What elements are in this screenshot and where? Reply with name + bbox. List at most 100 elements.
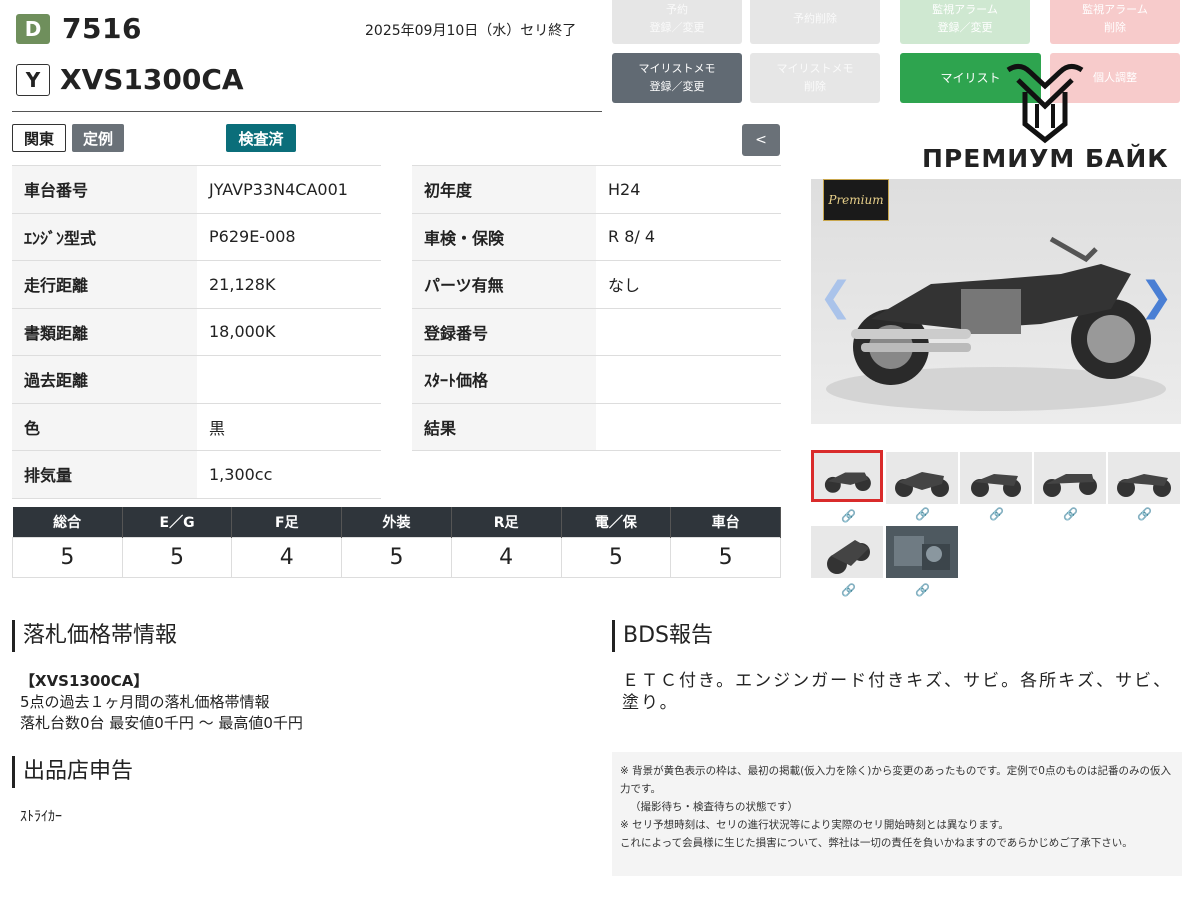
note-line: これによって会員様に生じた損害について、弊社は一切の責任を負いかねますのであらか… [620, 837, 1133, 849]
rating-value: 4 [450, 536, 562, 578]
spec-value: なし [596, 260, 781, 309]
watermark-logo-icon [1006, 64, 1084, 144]
link-icon[interactable]: 🔗 [915, 583, 930, 597]
spec-label: 色 [12, 403, 197, 451]
rating-value: 5 [121, 536, 233, 578]
spec-label: 結果 [412, 403, 596, 451]
spec-value: 1,300cc [197, 450, 381, 499]
seller-declaration-text: ｽﾄﾗｲｶｰ [20, 809, 62, 825]
reserve-delete-button[interactable]: 予約削除 [750, 0, 880, 44]
price-band-line: 落札台数0台 最安値0千円 〜 最高値0千円 [20, 714, 303, 732]
note-line: ※ 背景が黄色表示の枠は、最初の掲載(仮入力を除く)から変更のあったものです。定… [620, 765, 1171, 795]
rating-header: 総合 [12, 507, 123, 537]
reserve-button[interactable]: 予約 登録／変更 [612, 0, 742, 44]
photo-thumbnail[interactable] [811, 450, 883, 502]
previous-photo-icon[interactable]: ❮ [819, 274, 853, 320]
photo-thumbnail[interactable] [960, 452, 1032, 504]
bds-report-title: BDS報告 [612, 620, 713, 652]
photo-thumbnail[interactable] [886, 526, 958, 578]
spec-label: 登録番号 [412, 308, 596, 356]
rating-header: 車台 [670, 507, 781, 537]
thumbnail-image [894, 536, 950, 570]
ratings-value-row: 5 5 4 5 4 5 5 [12, 536, 781, 578]
link-icon[interactable]: 🔗 [1063, 507, 1078, 521]
inspection-tag: 検査済 [226, 124, 296, 152]
auction-type-tag: 定例 [72, 124, 124, 152]
spec-value: 黒 [197, 403, 381, 451]
price-band-title: 落札価格帯情報 [12, 620, 177, 652]
watermark-text: ПРЕМИУМ БАЙК [922, 144, 1169, 173]
alarm-button[interactable]: 監視アラーム 登録／変更 [900, 0, 1030, 44]
spec-row: 車検・保険 R 8/ 4 [412, 213, 781, 261]
mylist-memo-line2: 登録／変更 [649, 80, 705, 93]
alarm-delete-line1: 監視アラーム [1082, 3, 1148, 16]
link-icon[interactable]: 🔗 [915, 507, 930, 521]
spec-value [596, 403, 781, 451]
thumbnail-image [824, 472, 871, 493]
notes-box: ※ 背景が黄色表示の枠は、最初の掲載(仮入力を除く)から変更のあったものです。定… [612, 752, 1182, 876]
motorcycle-image [826, 236, 1166, 411]
mylist-label: マイリスト [940, 71, 1001, 85]
spec-row: ｴﾝｼﾞﾝ型式 P629E-008 [12, 213, 381, 261]
header-divider [12, 111, 602, 112]
maker-badge: Y [16, 63, 50, 96]
thumbnail-image [971, 474, 1021, 497]
spec-value: JYAVP33N4CA001 [197, 165, 381, 214]
note-line: （撮影待ち・検査待ちの状態です） [630, 801, 798, 813]
mylist-memo-line1: マイリストメモ [638, 62, 716, 75]
photo-thumbnail[interactable] [886, 452, 958, 504]
spec-row: 初年度 H24 [412, 165, 781, 214]
spec-value: P629E-008 [197, 213, 381, 261]
spec-row: ｽﾀｰﾄ価格 [412, 355, 781, 404]
mylist-memo-delete-line2: 削除 [804, 80, 826, 93]
grade-badge: D [16, 13, 50, 44]
spec-label: 車検・保険 [412, 213, 596, 261]
mylist-memo-delete-line1: マイリストメモ [776, 62, 854, 75]
spec-row: 色黒 [12, 403, 381, 451]
spec-label: 車台番号 [12, 165, 197, 214]
thumbnail-image [1117, 474, 1171, 497]
rating-header: E／G [122, 507, 233, 537]
spec-row: パーツ有無 なし [412, 260, 781, 309]
alarm-delete-button[interactable]: 監視アラーム 削除 [1050, 0, 1180, 44]
rating-value: 5 [12, 536, 123, 578]
spec-value [197, 355, 381, 404]
spec-label: 過去距離 [12, 355, 197, 404]
link-icon[interactable]: 🔗 [989, 507, 1004, 521]
main-photo[interactable]: Premium ❮ ❯ [811, 179, 1181, 424]
photo-thumbnail[interactable] [1034, 452, 1106, 504]
reserve-button-line2: 登録／変更 [649, 21, 705, 34]
spec-table-left: 車台番号 JYAVP33N4CA001 ｴﾝｼﾞﾝ型式 P629E-008 走行距離… [12, 165, 381, 499]
model-row: Y XVS1300CA [16, 63, 244, 96]
alarm-delete-line2: 削除 [1104, 21, 1126, 34]
rating-header: R足 [451, 507, 562, 537]
mylist-memo-button[interactable]: マイリストメモ 登録／変更 [612, 53, 742, 103]
spec-row: 書類距離 18,000K [12, 308, 381, 356]
photo-thumbnail[interactable] [811, 526, 883, 578]
alarm-button-line1: 監視アラーム [932, 3, 998, 16]
spec-table-right: 初年度 H24 車検・保険 R 8/ 4 パーツ有無 なし 登録番号 ｽﾀｰﾄ価格 結… [412, 165, 781, 451]
ratings-table: 総合 E／G F足 外装 R足 電／保 車台 5 5 4 5 4 5 5 [12, 507, 781, 578]
lot-row: D 7516 [16, 12, 142, 45]
next-photo-icon[interactable]: ❯ [1139, 274, 1173, 320]
spec-label: ｴﾝｼﾞﾝ型式 [12, 213, 197, 261]
lot-number: 7516 [62, 12, 142, 45]
mylist-memo-delete-button[interactable]: マイリストメモ 削除 [750, 53, 880, 103]
spec-label: 初年度 [412, 165, 596, 214]
region-tag: 関東 [12, 124, 66, 152]
rating-value: 4 [231, 536, 343, 578]
spec-row: 排気量 1,300cc [12, 450, 381, 499]
rating-header: 電／保 [561, 507, 672, 537]
link-icon[interactable]: 🔗 [841, 509, 856, 523]
rating-value: 5 [670, 536, 781, 578]
link-icon[interactable]: 🔗 [841, 583, 856, 597]
note-line: ※ セリ予想時刻は、セリの進行状況等により実際のセリ開始時刻とは異なります。 [620, 819, 1009, 831]
collapse-button[interactable]: < [742, 124, 780, 156]
spec-value: 21,128K [197, 260, 381, 309]
spec-value [596, 308, 781, 356]
personal-adjust-label: 個人調整 [1093, 71, 1137, 84]
price-band-line: 5点の過去１ヶ月間の落札価格帯情報 [20, 693, 270, 711]
photo-thumbnail[interactable] [1108, 452, 1180, 504]
spec-label: 走行距離 [12, 260, 197, 309]
link-icon[interactable]: 🔗 [1137, 507, 1152, 521]
